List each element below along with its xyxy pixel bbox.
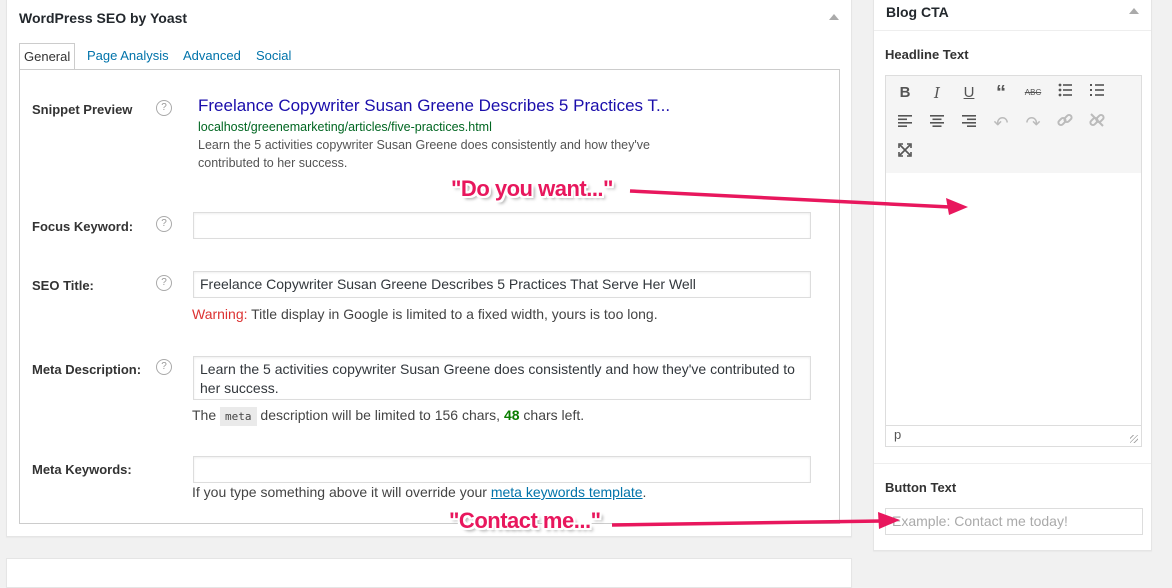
tab-advanced[interactable]: Advanced [181,43,243,69]
button-text-label: Button Text [885,480,957,495]
seo-title-warning: Warning: Title display in Google is limi… [192,306,658,322]
editor-statusbar: p [886,425,1141,446]
help-icon[interactable]: ? [156,100,172,116]
divider [874,463,1151,464]
numbered-list-icon[interactable] [1086,82,1108,104]
meta-keywords-label: Meta Keywords: [32,462,132,477]
strikethrough-icon[interactable]: ABC [1022,82,1044,104]
metabox-title: WordPress SEO by Yoast [19,10,188,26]
seo-title-input[interactable]: Freelance Copywriter Susan Greene Descri… [193,271,811,298]
collapse-toggle-icon[interactable] [1129,8,1139,14]
underline-icon[interactable]: U [958,82,980,104]
align-center-icon[interactable] [926,112,948,134]
bullet-list-icon[interactable] [1054,82,1076,104]
button-text-input[interactable]: Example: Contact me today! [885,508,1143,535]
headline-editor: B I U “ ABC ↶ ↷ p [885,75,1142,447]
unlink-icon[interactable] [1086,112,1108,134]
help-icon[interactable]: ? [156,275,172,291]
align-left-icon[interactable] [894,112,916,134]
next-metabox [6,558,852,588]
resize-handle-icon[interactable] [1130,435,1138,443]
collapse-toggle-icon[interactable] [829,14,839,20]
help-icon[interactable]: ? [156,359,172,375]
undo-icon[interactable]: ↶ [990,112,1012,134]
annotation-contact-me: "Contact me..." [449,508,601,533]
meta-keywords-note: If you type something above it will over… [192,484,647,500]
meta-description-label: Meta Description: [32,362,142,377]
bold-icon[interactable]: B [894,82,916,104]
snippet-url: localhost/greenemarketing/articles/five-… [198,120,492,134]
meta-keywords-input[interactable] [193,456,811,483]
seo-title-label: SEO Title: [32,278,94,293]
help-icon[interactable]: ? [156,216,172,232]
meta-keywords-template-link[interactable]: meta keywords template [491,484,643,500]
general-tab-panel: Snippet Preview ? Freelance Copywriter S… [19,69,840,524]
tab-general[interactable]: General [19,43,76,70]
snippet-description: Learn the 5 activities copywriter Susan … [198,138,650,170]
headline-editor-body[interactable] [886,173,1141,426]
blockquote-icon[interactable]: “ [990,82,1012,104]
snippet-title: Freelance Copywriter Susan Greene Descri… [198,96,671,115]
divider [874,30,1151,31]
redo-icon[interactable]: ↷ [1022,112,1044,134]
tab-page-analysis[interactable]: Page Analysis [85,43,171,69]
align-right-icon[interactable] [958,112,980,134]
meta-description-textarea[interactable]: Learn the 5 activities copywriter Susan … [193,356,811,400]
snippet-preview-label: Snippet Preview [32,102,133,117]
italic-icon[interactable]: I [926,82,948,104]
tab-social[interactable]: Social [254,43,293,69]
cta-title: Blog CTA [886,4,949,20]
editor-toolbar: B I U “ ABC ↶ ↷ [886,76,1141,174]
annotation-do-you-want: "Do you want..." [451,176,613,201]
focus-keyword-input[interactable] [193,212,811,239]
fullscreen-icon[interactable] [894,142,916,164]
headline-text-label: Headline Text [885,47,969,62]
blog-cta-metabox: Blog CTA Headline Text B I U “ ABC ↶ ↷ p… [873,0,1152,551]
focus-keyword-label: Focus Keyword: [32,219,134,234]
meta-description-note: The meta description will be limited to … [192,407,584,426]
link-icon[interactable] [1054,112,1076,134]
element-path[interactable]: p [894,427,901,442]
yoast-seo-metabox: WordPress SEO by Yoast General Page Anal… [6,0,852,537]
